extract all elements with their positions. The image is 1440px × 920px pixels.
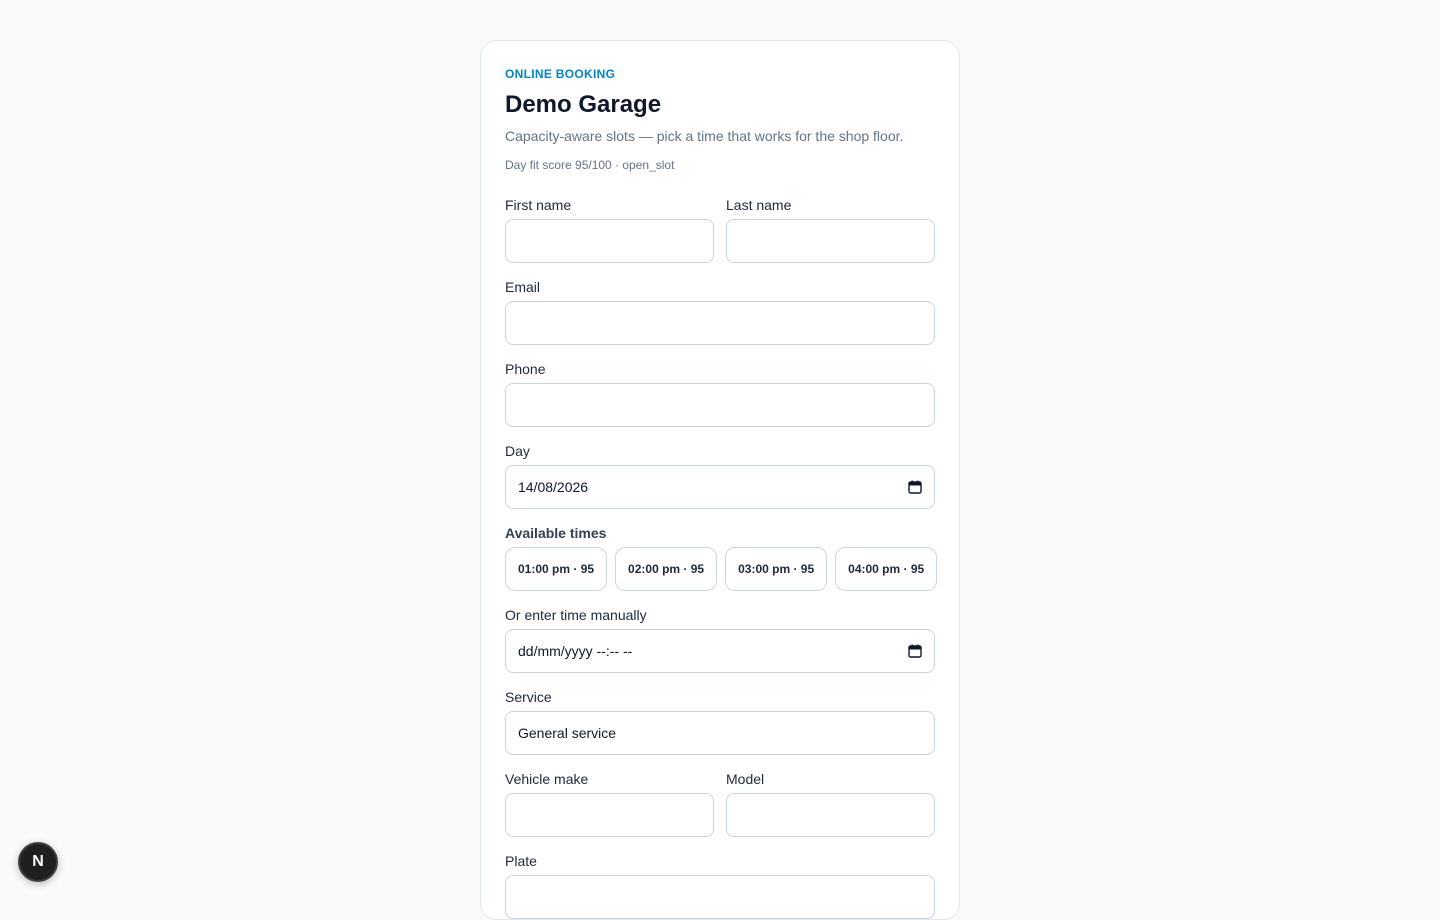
email-input[interactable] [505,301,935,345]
service-group: Service General service [505,689,935,755]
dev-tools-badge[interactable]: N [18,842,58,882]
model-label: Model [726,771,765,787]
first-name-input[interactable] [505,219,714,263]
available-times-label: Available times [505,525,607,541]
plate-group: Plate [505,853,935,919]
time-slot-button[interactable]: 02:00 pm · 95 [615,547,718,591]
phone-input[interactable] [505,383,935,427]
phone-label: Phone [505,361,546,377]
vehicle-make-group: Vehicle make [505,771,714,837]
model-input[interactable] [726,793,935,837]
time-slot-button[interactable]: 03:00 pm · 95 [725,547,828,591]
name-row: First name Last name [505,197,935,263]
model-group: Model [726,771,935,837]
booking-card: ONLINE BOOKING Demo Garage Capacity-awar… [480,40,960,920]
plate-label: Plate [505,853,537,869]
page-subtitle: Capacity-aware slots — pick a time that … [505,128,904,144]
time-slot-list: 01:00 pm · 95 02:00 pm · 95 03:00 pm · 9… [505,547,938,591]
vehicle-make-input[interactable] [505,793,714,837]
day-label: Day [505,443,530,459]
vehicle-make-label: Vehicle make [505,771,589,787]
phone-field-group: Phone [505,361,935,427]
day-date-input[interactable]: 14/08/2026 [505,465,935,509]
calendar-icon[interactable] [908,644,922,658]
time-slot-button[interactable]: 01:00 pm · 95 [505,547,608,591]
page-title: Demo Garage [505,91,662,118]
eyebrow-label: ONLINE BOOKING [505,67,616,81]
fit-score-text: Day fit score 95/100 · open_slot [505,158,675,172]
day-field-group: Day 14/08/2026 [505,443,935,509]
day-date-value: 14/08/2026 [518,479,589,495]
last-name-field-group: Last name [726,197,935,263]
plate-input[interactable] [505,875,935,919]
vehicle-row: Vehicle make Model [505,771,935,837]
calendar-icon[interactable] [908,480,922,494]
service-label: Service [505,689,552,705]
first-name-label: First name [505,197,572,213]
manual-time-group: Or enter time manually dd/mm/yyyy --:-- … [505,607,935,673]
last-name-input[interactable] [726,219,935,263]
time-slot-button[interactable]: 04:00 pm · 95 [835,547,938,591]
manual-datetime-value: dd/mm/yyyy --:-- -- [518,643,633,659]
email-label: Email [505,279,541,295]
manual-time-label: Or enter time manually [505,607,647,623]
first-name-field-group: First name [505,197,714,263]
available-times-group: Available times 01:00 pm · 95 02:00 pm ·… [505,525,938,591]
manual-datetime-input[interactable]: dd/mm/yyyy --:-- -- [505,629,935,673]
last-name-label: Last name [726,197,792,213]
email-field-group: Email [505,279,935,345]
service-input[interactable]: General service [505,711,935,755]
